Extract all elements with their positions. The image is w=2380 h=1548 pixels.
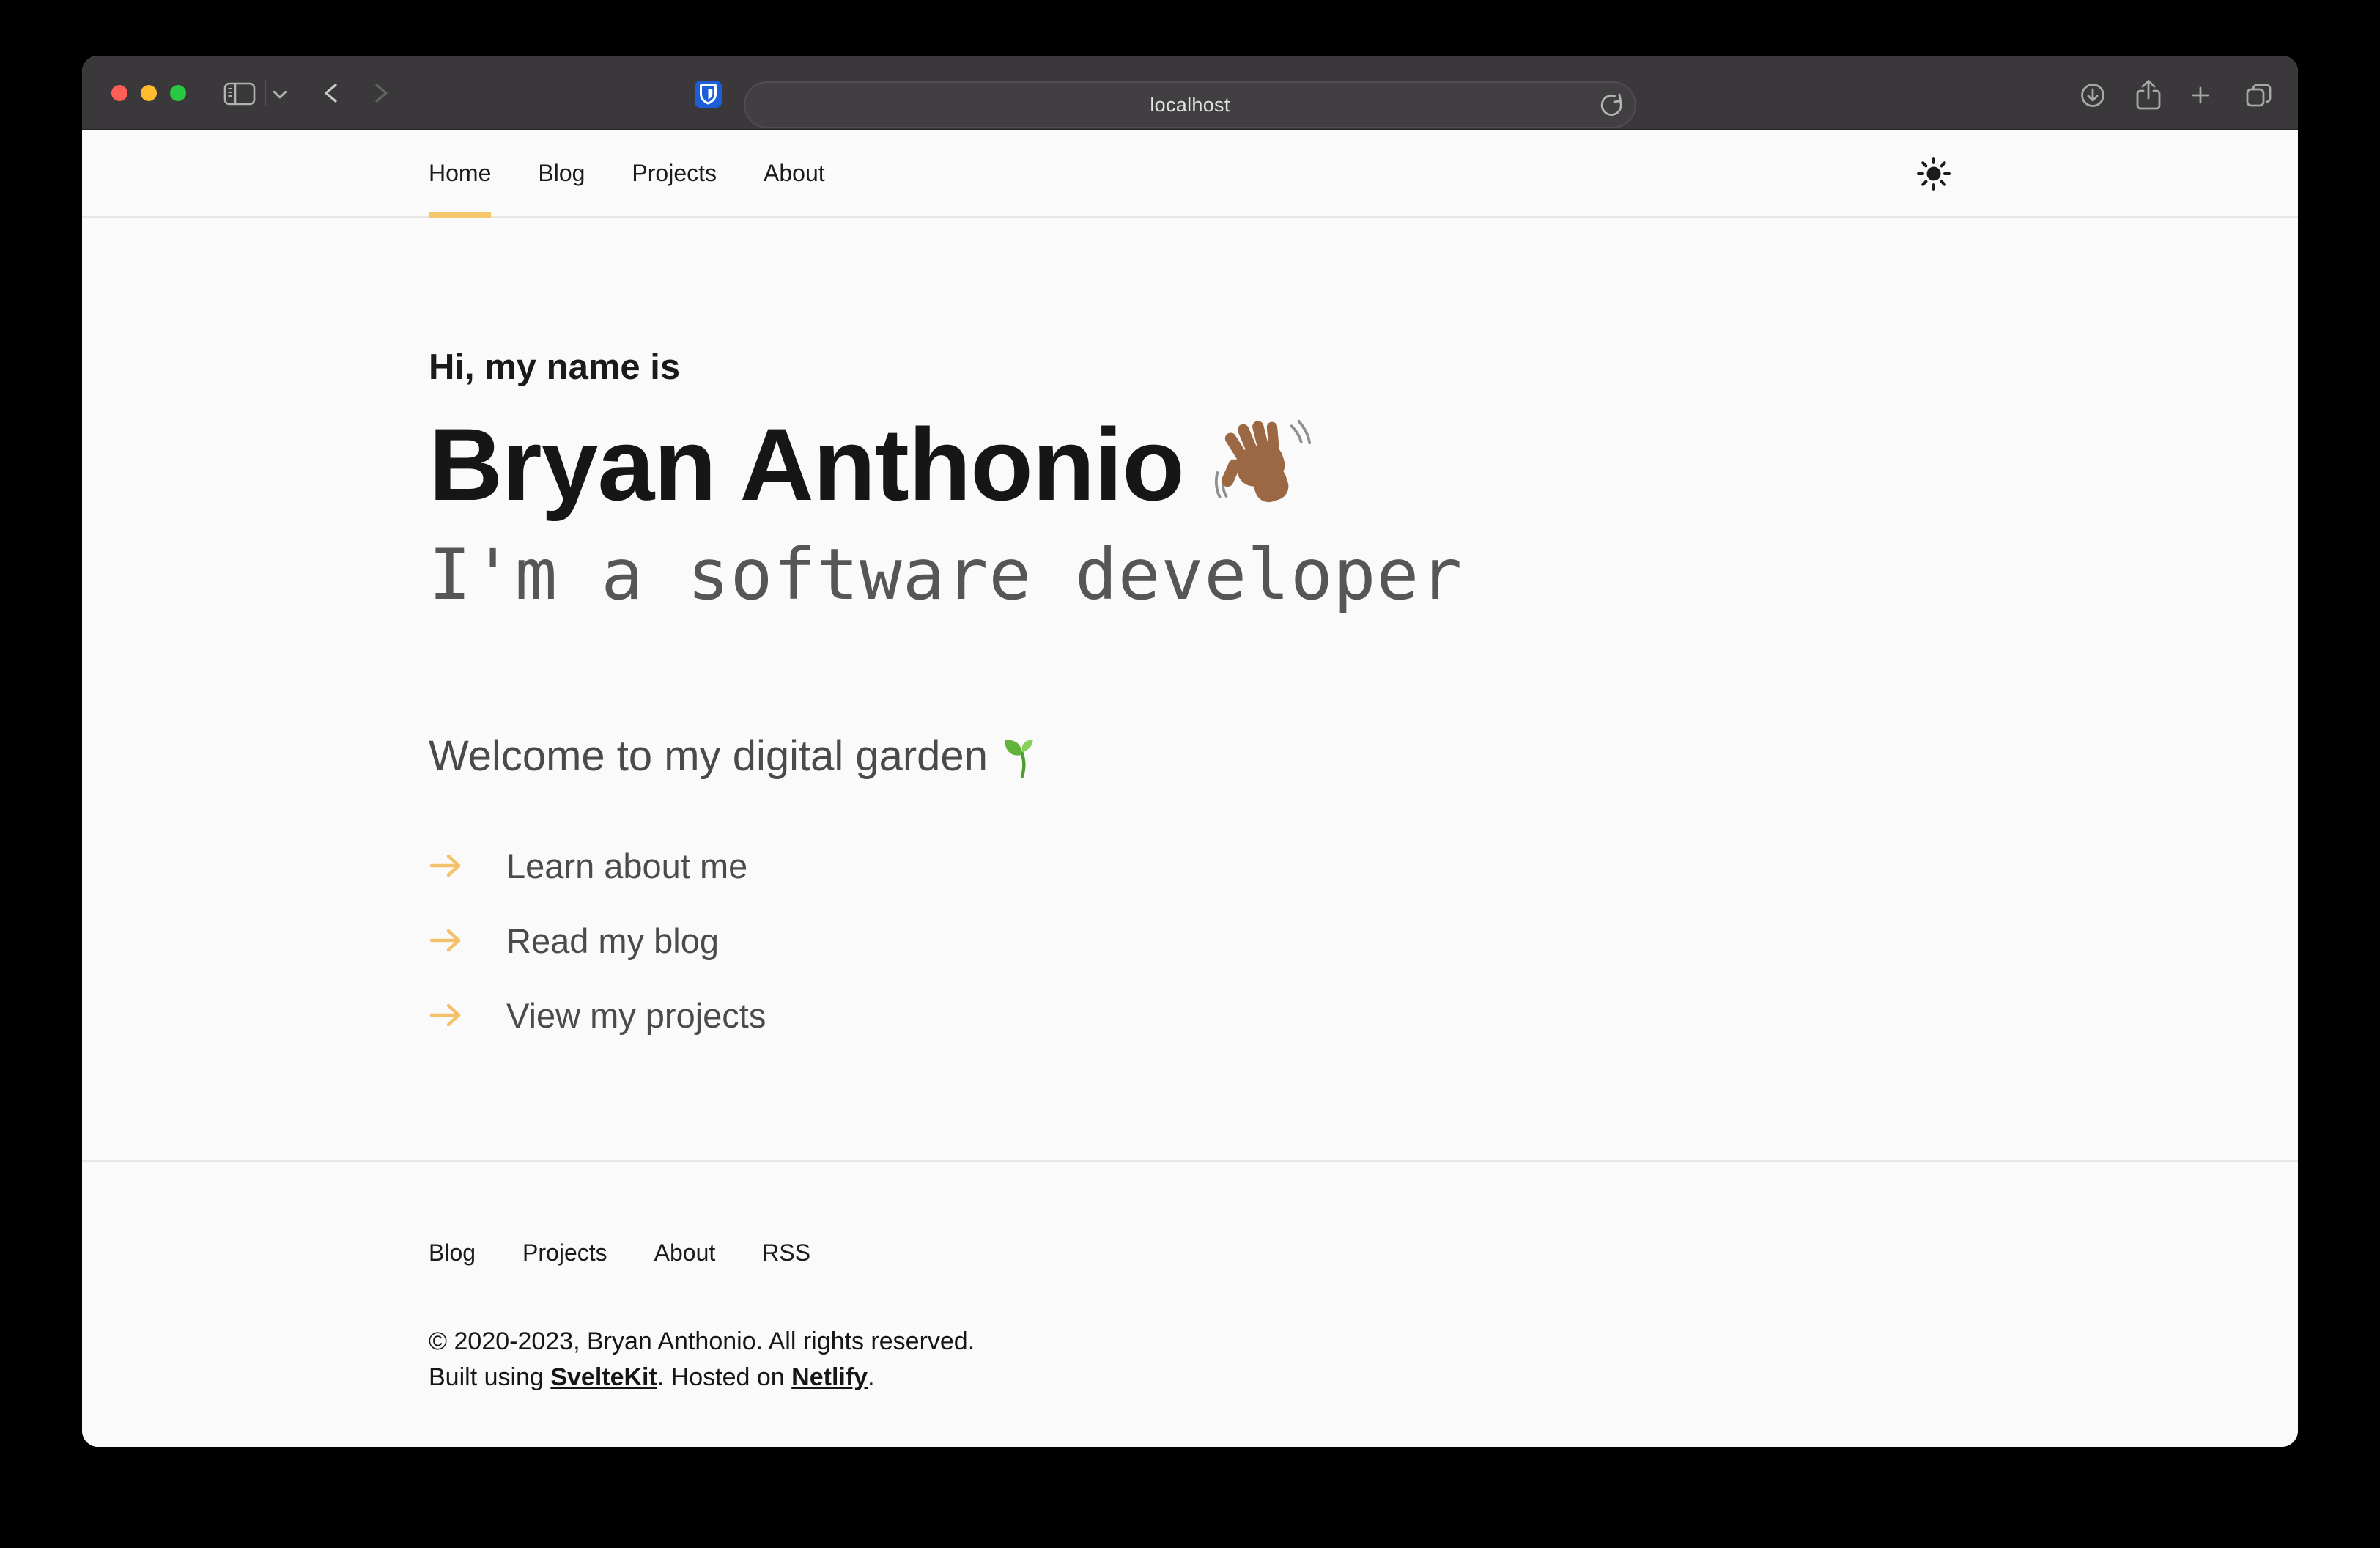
footer-link-blog[interactable]: Blog [429, 1239, 476, 1267]
close-window-button[interactable] [111, 85, 128, 101]
cta-learn-about-me[interactable]: Learn about me [429, 847, 1951, 885]
downloads-icon[interactable] [2080, 83, 2105, 108]
window-controls [111, 85, 186, 101]
main-content: Hi, my name is Bryan Anthonio [82, 218, 2298, 1160]
site-navbar: Home Blog Projects About [82, 130, 2298, 218]
greeting-heading: Hi, my name is [429, 347, 1951, 388]
tagline-heading: I'm a software developer [429, 536, 1951, 613]
cta-view-my-projects[interactable]: View my projects [429, 996, 1951, 1034]
toolbar-divider [265, 80, 266, 106]
nav-item-home-label: Home [429, 160, 491, 187]
new-tab-icon[interactable] [2192, 86, 2209, 104]
cta-label: View my projects [506, 995, 766, 1036]
line-period: . [868, 1363, 874, 1391]
nav-item-projects[interactable]: Projects [632, 130, 717, 216]
address-bar-url: localhost [1150, 94, 1230, 117]
cta-label: Learn about me [506, 846, 747, 886]
copyright-line: © 2020-2023, Bryan Anthonio. All rights … [429, 1324, 1951, 1360]
chevron-down-icon[interactable] [273, 91, 287, 99]
footer-link-about[interactable]: About [654, 1239, 716, 1267]
built-with-line: Built using SvelteKit. Hosted on Netlify… [429, 1360, 1951, 1396]
netlify-link[interactable]: Netlify [791, 1363, 868, 1391]
sveltekit-link[interactable]: SvelteKit [550, 1363, 657, 1391]
arrow-right-icon [429, 1002, 462, 1028]
page-title: Bryan Anthonio [429, 408, 1184, 521]
arrow-right-icon [429, 852, 462, 879]
webpage: Home Blog Projects About [82, 130, 2298, 1447]
bitwarden-extension-icon[interactable] [695, 81, 722, 108]
cta-label: Read my blog [506, 921, 719, 961]
seedling-emoji [1001, 734, 1046, 779]
site-footer: Blog Projects About RSS © 2020-2023, Bry… [82, 1160, 2298, 1447]
browser-window: localhost [82, 56, 2298, 1447]
theme-toggle-button[interactable] [1916, 156, 1951, 191]
waving-hand-emoji [1215, 416, 1312, 513]
tab-overview-icon[interactable] [2245, 83, 2273, 108]
zoom-window-button[interactable] [170, 85, 186, 101]
sidebar-toggle-icon[interactable] [223, 82, 256, 106]
address-bar[interactable]: localhost [744, 81, 1636, 128]
forward-icon[interactable] [374, 84, 389, 103]
sun-icon [1916, 156, 1951, 191]
nav-item-blog-label: Blog [538, 160, 585, 187]
welcome-text: Welcome to my digital garden [429, 731, 988, 782]
back-icon[interactable] [323, 84, 338, 103]
welcome-row: Welcome to my digital garden [429, 731, 1951, 782]
footer-link-projects[interactable]: Projects [522, 1239, 607, 1267]
refresh-icon[interactable] [1598, 92, 1625, 118]
name-heading-row: Bryan Anthonio [429, 408, 1951, 521]
footer-link-list: Blog Projects About RSS [429, 1239, 1951, 1267]
minimize-window-button[interactable] [141, 85, 157, 101]
footer-link-rss[interactable]: RSS [762, 1239, 810, 1267]
built-prefix: Built using [429, 1363, 550, 1391]
cta-read-my-blog[interactable]: Read my blog [429, 921, 1951, 959]
browser-toolbar: localhost [82, 56, 2298, 130]
cta-link-list: Learn about me Read my blog [429, 847, 1951, 1034]
nav-item-blog[interactable]: Blog [538, 130, 585, 216]
nav-item-about[interactable]: About [764, 130, 825, 216]
nav-item-about-label: About [764, 160, 825, 187]
nav-item-projects-label: Projects [632, 160, 717, 187]
hosted-middle: . Hosted on [657, 1363, 791, 1391]
desktop-background: { "browser": { "address": "localhost", "… [0, 0, 2380, 1548]
legal-text: © 2020-2023, Bryan Anthonio. All rights … [429, 1324, 1951, 1396]
arrow-right-icon [429, 927, 462, 954]
share-icon[interactable] [2134, 79, 2163, 111]
nav-item-home[interactable]: Home [429, 130, 491, 216]
